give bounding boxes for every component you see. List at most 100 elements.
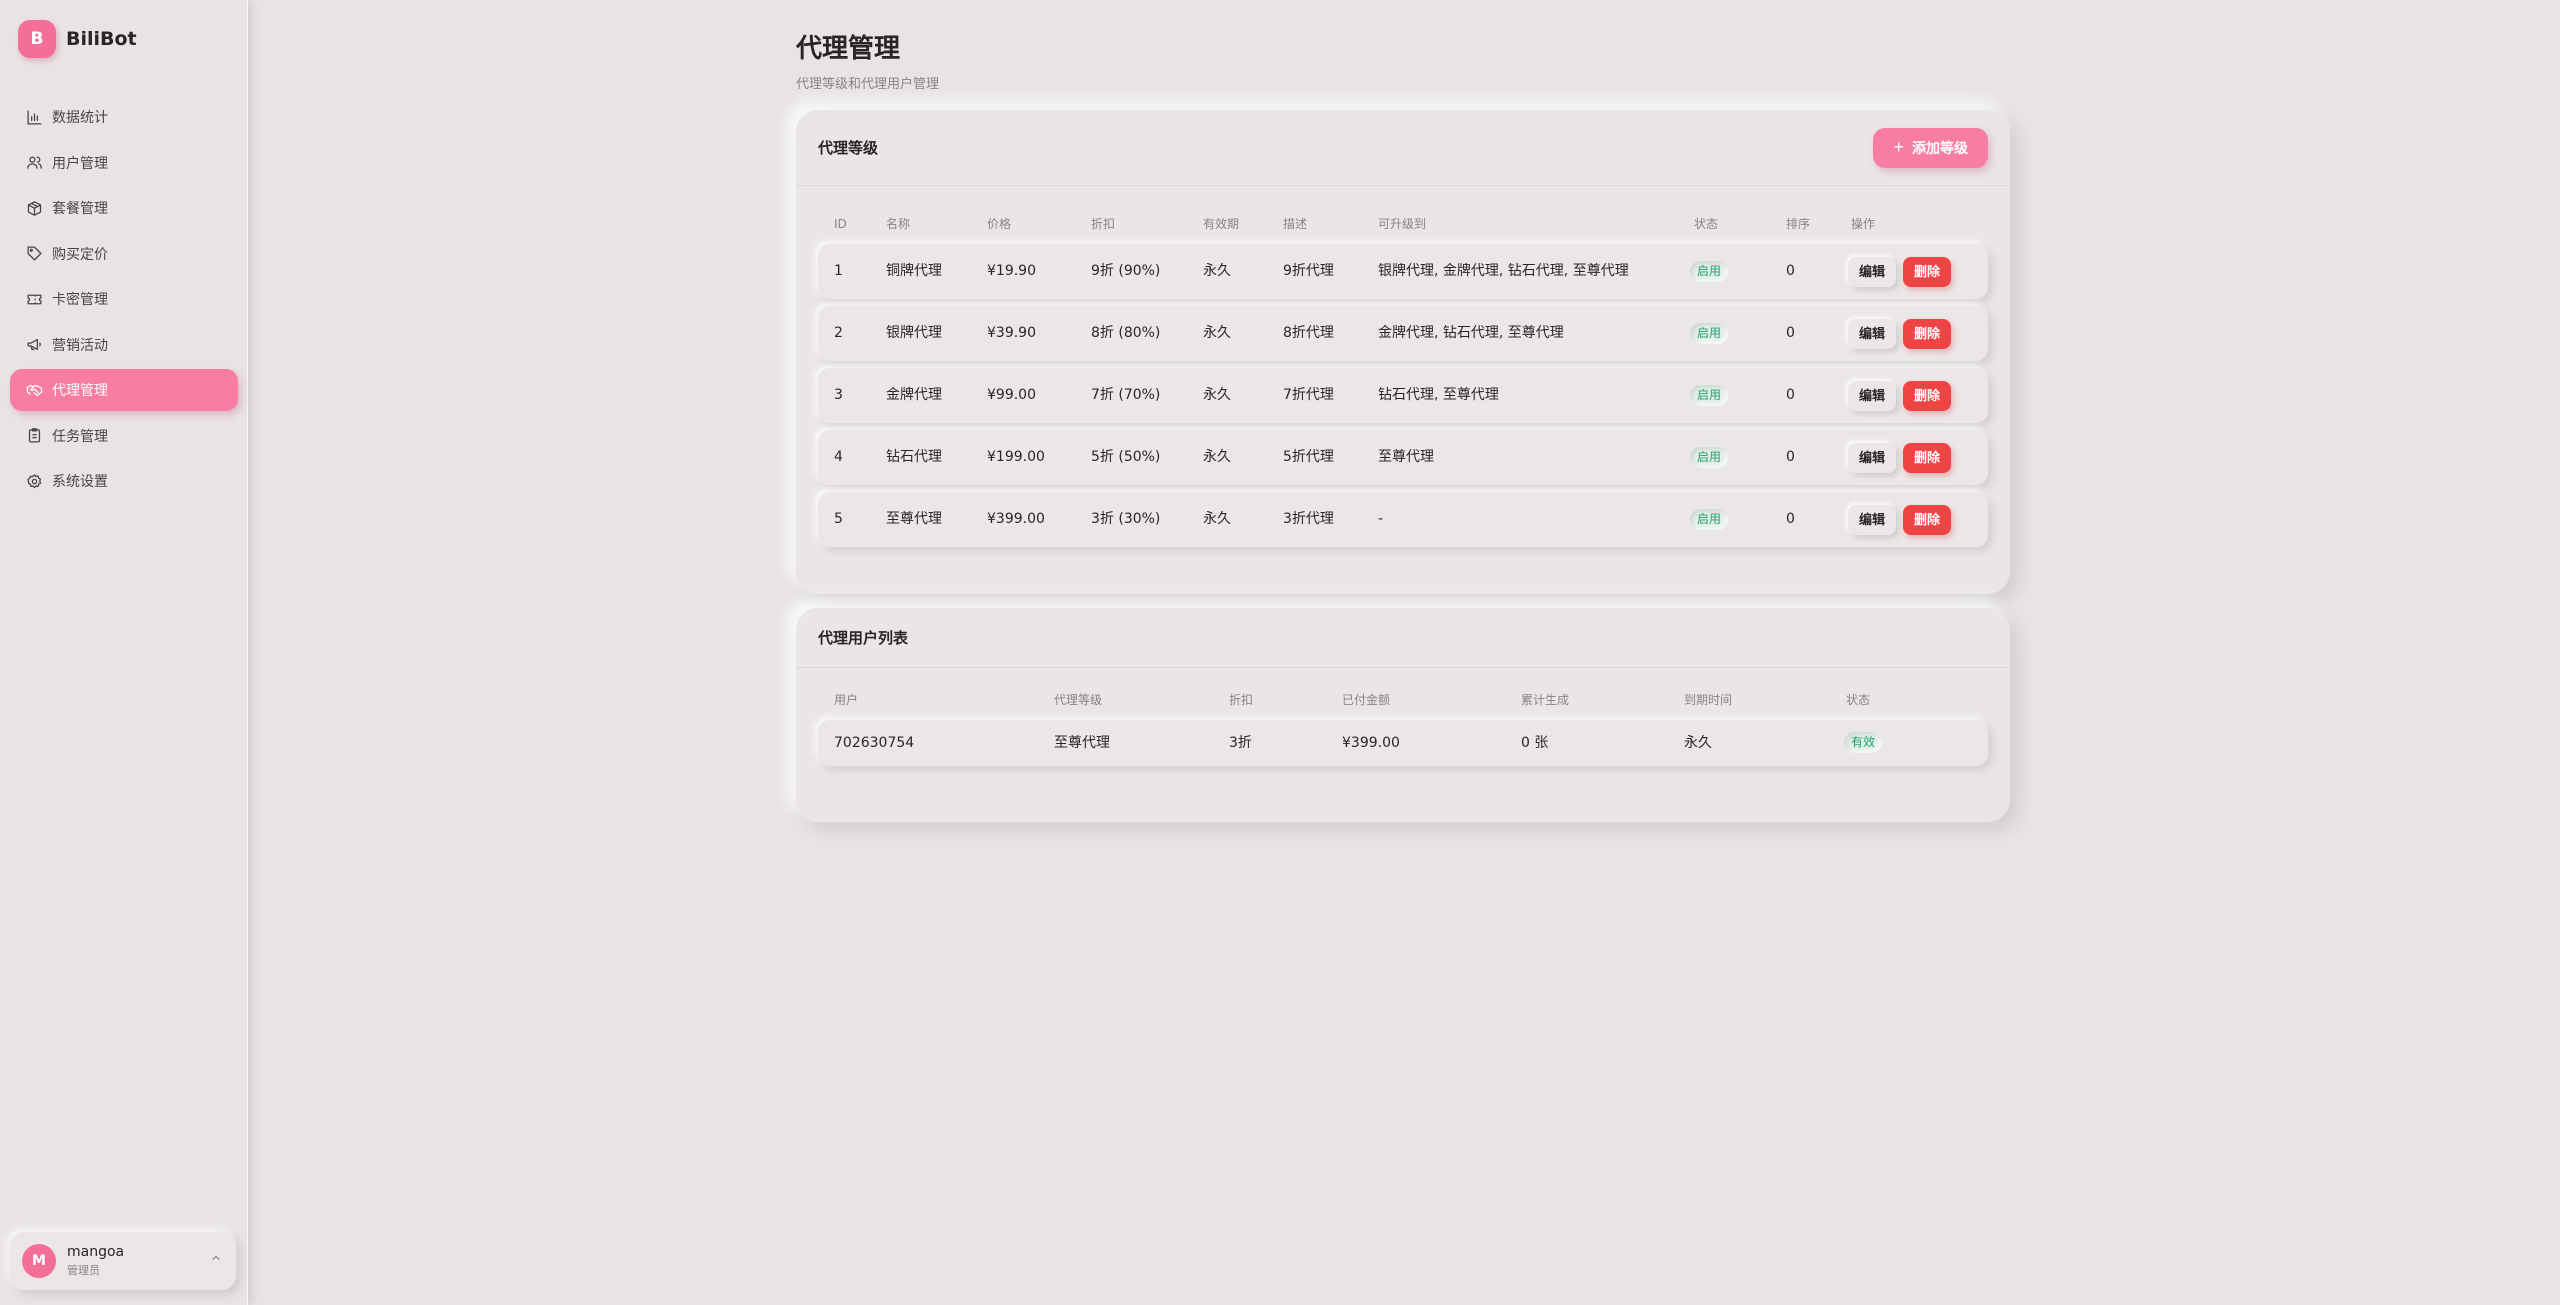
table-header: 用户 代理等级 折扣 已付金额 累计生成 到期时间 状态 (796, 680, 2010, 720)
column-header: ID (834, 217, 847, 231)
cell-name: 银牌代理 (886, 325, 942, 341)
page-title: 代理管理 (796, 34, 901, 64)
column-header: 到期时间 (1684, 693, 1733, 707)
add-level-button[interactable]: + 添加等级 (1873, 127, 1988, 168)
cell-sort: 0 (1786, 511, 1795, 527)
cell-validity: 永久 (1203, 325, 1231, 341)
cell-upgrade-to: 钻石代理, 至尊代理 (1378, 387, 1499, 403)
column-header: 可升级到 (1378, 217, 1427, 231)
cell-expiry: 永久 (1684, 735, 1712, 751)
sidebar-item-label: 代理管理 (52, 383, 108, 399)
sidebar-item-label: 套餐管理 (52, 201, 108, 217)
cell-name: 至尊代理 (886, 511, 942, 527)
bar-chart-icon (24, 107, 44, 127)
column-header: 描述 (1283, 217, 1308, 231)
page-header: 代理管理 代理等级和代理用户管理 (796, 28, 939, 92)
agent-users-card: 代理用户列表 用户 代理等级 折扣 已付金额 累计生成 到期时间 状态 7026… (796, 608, 2010, 822)
brand-name: BiliBot (66, 28, 137, 50)
handshake-icon (24, 380, 44, 400)
status-badge: 启用 (1690, 447, 1729, 468)
cell-discount: 3折 (1229, 735, 1252, 751)
cell-description: 3折代理 (1283, 511, 1334, 527)
card-title: 代理用户列表 (818, 629, 909, 647)
card-header: 代理用户列表 (796, 608, 2010, 668)
cell-level: 至尊代理 (1054, 735, 1110, 751)
cell-upgrade-to: - (1378, 511, 1384, 527)
user-menu[interactable]: M mangoa 管理员 (10, 1232, 236, 1290)
sidebar-item-users[interactable]: 用户管理 (10, 142, 238, 184)
ticket-icon (24, 289, 44, 309)
sidebar-item-packages[interactable]: 套餐管理 (10, 187, 238, 229)
cell-discount: 8折 (80%) (1091, 325, 1161, 341)
cell-id: 1 (834, 263, 843, 279)
status-badge: 启用 (1690, 323, 1729, 344)
delete-button[interactable]: 删除 (1903, 319, 1952, 349)
edit-button[interactable]: 编辑 (1848, 505, 1897, 535)
cell-description: 7折代理 (1283, 387, 1334, 403)
user-role: 管理员 (67, 1264, 100, 1277)
edit-button[interactable]: 编辑 (1848, 443, 1897, 473)
column-header: 折扣 (1091, 217, 1116, 231)
cell-id: 3 (834, 387, 843, 403)
column-header: 操作 (1851, 217, 1876, 231)
sidebar-item-label: 营销活动 (52, 337, 108, 354)
cell-name: 钻石代理 (886, 449, 942, 465)
agents-table: 用户 代理等级 折扣 已付金额 累计生成 到期时间 状态 702630754 至… (796, 668, 2010, 766)
user-name: mangoa (67, 1244, 125, 1260)
package-icon (24, 198, 44, 218)
cell-generated: 0 张 (1521, 735, 1549, 751)
sidebar-item-label: 用户管理 (52, 155, 108, 172)
sidebar-item-pricing[interactable]: 购买定价 (10, 233, 238, 275)
column-header: 有效期 (1203, 217, 1240, 231)
sidebar-item-tasks[interactable]: 任务管理 (10, 415, 238, 457)
gear-icon (24, 471, 44, 491)
sidebar-item-agents[interactable]: 代理管理 (10, 369, 238, 411)
brand[interactable]: B BiliBot (18, 20, 137, 58)
sidebar: B BiliBot 数据统计 用户管理 套餐管理 购买定价 卡密管理 营销活动 … (0, 0, 248, 1305)
cell-validity: 永久 (1203, 511, 1231, 527)
edit-button[interactable]: 编辑 (1848, 257, 1897, 287)
delete-button[interactable]: 删除 (1903, 505, 1952, 535)
card-header: 代理等级 + 添加等级 (796, 110, 2010, 186)
agent-levels-card: 代理等级 + 添加等级 ID 名称 价格 折扣 有效期 描述 可升级到 状态 排… (796, 110, 2010, 594)
table-header: ID 名称 价格 折扣 有效期 描述 可升级到 状态 排序 操作 (796, 204, 2010, 244)
status-badge: 有效 (1844, 732, 1883, 753)
users-icon (24, 153, 44, 173)
cell-discount: 5折 (50%) (1091, 449, 1161, 465)
table-row: 702630754 至尊代理 3折 ¥399.00 0 张 永久 有效 (818, 720, 1988, 766)
edit-button[interactable]: 编辑 (1848, 319, 1897, 349)
cell-price: ¥19.90 (987, 263, 1036, 279)
cell-price: ¥39.90 (987, 325, 1036, 341)
cell-discount: 3折 (30%) (1091, 511, 1161, 527)
cell-name: 金牌代理 (886, 387, 942, 403)
edit-button[interactable]: 编辑 (1848, 381, 1897, 411)
status-badge: 启用 (1690, 509, 1729, 530)
cell-sort: 0 (1786, 449, 1795, 465)
delete-button[interactable]: 删除 (1903, 381, 1952, 411)
cell-description: 5折代理 (1283, 449, 1334, 465)
table-row: 4 钻石代理 ¥199.00 5折 (50%) 永久 5折代理 至尊代理 启用 … (818, 430, 1988, 485)
status-badge: 启用 (1690, 261, 1729, 282)
column-header: 累计生成 (1521, 693, 1570, 707)
cell-discount: 9折 (90%) (1091, 263, 1161, 279)
sidebar-item-label: 购买定价 (52, 246, 108, 263)
sidebar-item-marketing[interactable]: 营销活动 (10, 324, 238, 366)
table-row: 2 银牌代理 ¥39.90 8折 (80%) 永久 8折代理 金牌代理, 钻石代… (818, 306, 1988, 361)
cell-sort: 0 (1786, 263, 1795, 279)
delete-button[interactable]: 删除 (1903, 443, 1952, 473)
sidebar-item-label: 卡密管理 (52, 292, 108, 308)
plus-icon: + (1893, 137, 1904, 157)
delete-button[interactable]: 删除 (1903, 257, 1952, 287)
cell-upgrade-to: 金牌代理, 钻石代理, 至尊代理 (1378, 325, 1564, 341)
sidebar-item-settings[interactable]: 系统设置 (10, 460, 238, 502)
cell-sort: 0 (1786, 325, 1795, 341)
sidebar-item-cards[interactable]: 卡密管理 (10, 278, 238, 320)
cell-upgrade-to: 至尊代理 (1378, 449, 1434, 465)
card-title: 代理等级 (818, 139, 879, 157)
cell-price: ¥99.00 (987, 387, 1036, 403)
column-header: 排序 (1786, 217, 1811, 231)
cell-validity: 永久 (1203, 263, 1231, 279)
cell-description: 8折代理 (1283, 325, 1334, 341)
cell-price: ¥399.00 (987, 511, 1045, 527)
sidebar-item-stats[interactable]: 数据统计 (10, 96, 238, 138)
